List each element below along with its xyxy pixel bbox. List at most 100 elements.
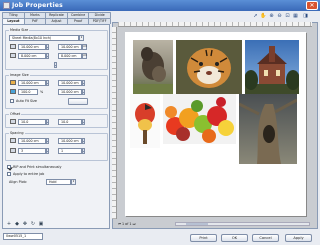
offset-icon xyxy=(10,119,16,124)
scale-b-input[interactable]: 10.000 cm xyxy=(58,89,82,95)
zoom-in-icon[interactable]: ⊕ xyxy=(268,13,275,20)
cancel-button[interactable]: Cancel xyxy=(252,234,279,242)
grid-icon[interactable]: ▦ xyxy=(292,13,299,20)
print-page xyxy=(125,32,306,216)
filename-field[interactable]: 0ww0515_1 xyxy=(3,233,43,240)
close-icon[interactable]: ✕ xyxy=(306,1,318,10)
app-icon xyxy=(3,2,10,9)
print-button[interactable]: Print xyxy=(190,234,217,242)
crop-icon[interactable]: ▣ xyxy=(38,221,44,227)
dog-image xyxy=(133,47,173,94)
image-size-header: Image Size xyxy=(9,73,30,77)
fit-icon[interactable]: ⊡ xyxy=(284,13,291,20)
horizontal-ruler xyxy=(118,22,312,27)
first-page-icon[interactable]: ⏮ xyxy=(118,222,121,226)
job-properties-window: Job Properties ✕ Tiling Marks Replicate … xyxy=(0,0,320,245)
tab-bar: Tiling Marks Replicate Combine Divide La… xyxy=(2,12,111,24)
media-size-field-b[interactable]: 10.000 cm xyxy=(58,44,82,50)
apply-button[interactable]: Apply xyxy=(285,234,312,242)
photo-fruits[interactable] xyxy=(163,94,236,144)
rotate-icon[interactable]: ↻ xyxy=(30,221,36,227)
spacing-header: Spacing xyxy=(9,131,25,135)
media-size-field-c[interactable]: 8.000 cm xyxy=(58,53,82,59)
photo-dog[interactable] xyxy=(133,40,173,94)
media-size-group: Media Size Sheet Media(8x10 Inch) ▾ 10.0… xyxy=(5,28,108,70)
spacing-x-input[interactable]: 10.000 cm xyxy=(18,138,46,144)
media-size-header: Media Size xyxy=(9,28,30,32)
move-icon[interactable]: ✥ xyxy=(22,221,28,227)
tree-image xyxy=(239,98,297,164)
bird-image xyxy=(135,103,155,144)
scale-b-spinner[interactable] xyxy=(82,89,85,95)
count-b-spinner[interactable] xyxy=(82,148,85,154)
scale-a-input[interactable]: 100.0 xyxy=(18,89,38,95)
horizontal-scrollbar[interactable] xyxy=(175,222,310,226)
ok-button[interactable]: OK xyxy=(221,234,248,242)
fruits-image xyxy=(165,97,234,143)
rip-print-checkbox[interactable] xyxy=(7,165,11,169)
align-chevron-down-icon[interactable]: ▾ xyxy=(71,179,76,185)
pointer-icon[interactable]: ➚ xyxy=(252,13,259,20)
window-title: Job Properties xyxy=(12,2,63,9)
ruler-icon[interactable]: ◨ xyxy=(302,13,309,20)
align-label: Align Plotc xyxy=(9,180,27,184)
offset-x-spinner[interactable] xyxy=(46,119,49,125)
page-label: 1 of 1 xyxy=(122,222,132,226)
image-width-input-b[interactable]: 10.000 cm xyxy=(58,80,82,86)
height-icon xyxy=(10,53,16,58)
shape-icon[interactable]: ◆ xyxy=(14,221,20,227)
image-width-spinner[interactable] xyxy=(46,80,49,86)
align-select[interactable]: Hold xyxy=(46,179,71,185)
image-width-spinner-b[interactable] xyxy=(82,80,85,86)
media-size-select[interactable]: Sheet Media(8x10 Inch) xyxy=(9,35,79,41)
preview-toolbar: ➚ ✋ ⊕ ⊖ ⊡ ▦ ◨ xyxy=(112,12,318,21)
media-width-spinner[interactable] xyxy=(46,44,49,50)
media-height-spinner[interactable] xyxy=(46,53,49,59)
vertical-ruler xyxy=(112,27,117,219)
count-a-spinner[interactable] xyxy=(46,148,49,154)
building-image xyxy=(245,46,299,94)
offset-y-input[interactable]: 10.0 xyxy=(58,119,82,125)
offset-y-spinner[interactable] xyxy=(82,119,85,125)
dialog-footer: 0ww0515_1 Print OK Cancel Apply xyxy=(0,229,320,245)
spacing-x-spinner[interactable] xyxy=(46,138,49,144)
image-size-group: Image Size 10.000 cm 10.000 cm 100.0 % 1… xyxy=(5,73,108,109)
media-width-input[interactable]: 10.000 cm xyxy=(18,44,46,50)
title-bar: Job Properties ✕ xyxy=(0,0,320,11)
offset-x-input[interactable]: 10.0 xyxy=(18,119,46,125)
spacing-y-input[interactable]: 10.000 cm xyxy=(58,138,82,144)
auto-fit-checkbox[interactable] xyxy=(10,99,14,103)
photo-bird[interactable] xyxy=(130,94,160,148)
count-a-input[interactable]: 3 xyxy=(18,148,46,154)
spacing-group: Spacing 10.000 cm 10.000 cm 3 1 xyxy=(5,131,108,161)
hand-icon[interactable]: ✋ xyxy=(260,13,267,20)
auto-fit-label: Auto Fit Size xyxy=(16,99,37,103)
scrollbar-thumb[interactable] xyxy=(186,223,208,225)
spacing-y-spinner[interactable] xyxy=(82,138,85,144)
next-page-icon[interactable]: ⏭ xyxy=(133,222,136,226)
image-width-input[interactable]: 10.000 cm xyxy=(18,80,46,86)
offset-header: Offset xyxy=(9,112,22,116)
chevron-down-icon[interactable]: ▾ xyxy=(79,35,84,41)
media-unit-select-2[interactable]: cm xyxy=(82,53,87,59)
count-icon xyxy=(10,148,16,153)
apply-entire-job-label: Apply to entire job xyxy=(13,172,45,176)
layout-panel: Media Size Sheet Media(8x10 Inch) ▾ 10.0… xyxy=(2,24,110,229)
add-icon[interactable]: + xyxy=(6,221,12,227)
percent-label: % xyxy=(40,90,44,94)
photo-tiger[interactable] xyxy=(176,40,242,94)
image-width-icon xyxy=(10,80,16,85)
zoom-out-icon[interactable]: ⊖ xyxy=(276,13,283,20)
apply-entire-job-checkbox[interactable] xyxy=(7,172,11,176)
media-unit-select[interactable]: cm xyxy=(82,44,87,50)
width-icon xyxy=(10,44,16,49)
spacing-x-icon xyxy=(10,138,16,143)
photo-tree[interactable] xyxy=(239,94,297,164)
media-extra-spinner[interactable] xyxy=(54,62,57,68)
offset-group: Offset 10.0 10.0 xyxy=(5,112,108,128)
proportion-button[interactable] xyxy=(68,98,88,105)
photo-building[interactable] xyxy=(245,40,299,94)
image-height-icon xyxy=(10,89,16,94)
count-b-input[interactable]: 1 xyxy=(58,148,82,154)
media-height-input[interactable]: 8.000 cm xyxy=(18,53,46,59)
